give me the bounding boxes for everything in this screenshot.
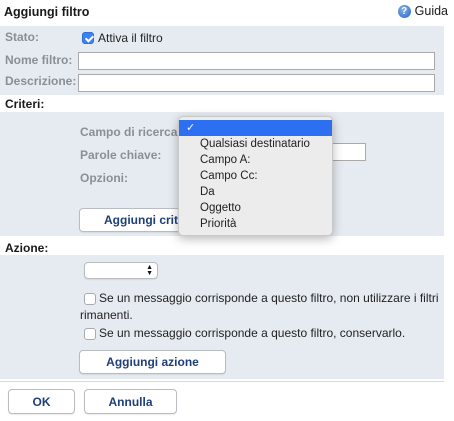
cancel-button[interactable]: Annulla bbox=[84, 389, 177, 414]
descrizione-label: Descrizione: bbox=[5, 74, 77, 88]
criteri-section-label: Criteri: bbox=[5, 97, 45, 111]
select-arrows-icon: ▲ ▼ bbox=[146, 264, 153, 277]
question-circle-icon: ? bbox=[397, 4, 411, 18]
keep-message-checkbox[interactable] bbox=[84, 328, 96, 340]
opzioni-label: Opzioni: bbox=[80, 171, 128, 185]
nome-filtro-input[interactable] bbox=[78, 52, 435, 70]
dropdown-option-qualsiasi[interactable]: Qualsiasi destinatario bbox=[179, 136, 332, 152]
add-action-button[interactable]: Aggiungi azione bbox=[79, 350, 226, 374]
attiva-checkbox[interactable] bbox=[82, 32, 94, 44]
action-select[interactable]: ▲ ▼ bbox=[84, 262, 158, 279]
stop-filters-label: Se un messaggio corrisponde a questo fil… bbox=[80, 291, 439, 322]
checkmark-icon: ✓ bbox=[186, 122, 196, 134]
parole-chiave-label: Parole chiave: bbox=[80, 148, 162, 162]
nome-label: Nome filtro: bbox=[5, 53, 73, 67]
dropdown-option-da[interactable]: Da bbox=[179, 184, 332, 200]
dropdown-option-empty[interactable]: ✓ bbox=[179, 120, 332, 136]
dropdown-option-oggetto[interactable]: Oggetto bbox=[179, 200, 332, 216]
descrizione-input[interactable] bbox=[78, 74, 435, 92]
keep-message-label: Se un messaggio corrisponde a questo fil… bbox=[99, 326, 406, 340]
page-title: Aggiungi filtro bbox=[4, 5, 90, 19]
dropdown-option-campo-a[interactable]: Campo A: bbox=[179, 152, 332, 168]
attiva-label: Attiva il filtro bbox=[98, 31, 163, 45]
add-criterion-button[interactable]: Aggiungi criterio bbox=[79, 208, 194, 232]
help-label: Guida bbox=[414, 4, 448, 18]
campo-ricerca-dropdown[interactable]: ✓ Qualsiasi destinatario Campo A: Campo … bbox=[178, 116, 333, 236]
footer-divider bbox=[0, 381, 444, 382]
ok-button[interactable]: OK bbox=[8, 389, 75, 414]
dropdown-option-priorita[interactable]: Priorità bbox=[179, 216, 332, 232]
stato-label: Stato: bbox=[5, 30, 39, 44]
azione-section-label: Azione: bbox=[5, 241, 49, 255]
campo-ricerca-label: Campo di ricerca: bbox=[80, 125, 182, 139]
dropdown-option-campo-cc[interactable]: Campo Cc: bbox=[179, 168, 332, 184]
help-link[interactable]: ? Guida bbox=[397, 4, 448, 18]
